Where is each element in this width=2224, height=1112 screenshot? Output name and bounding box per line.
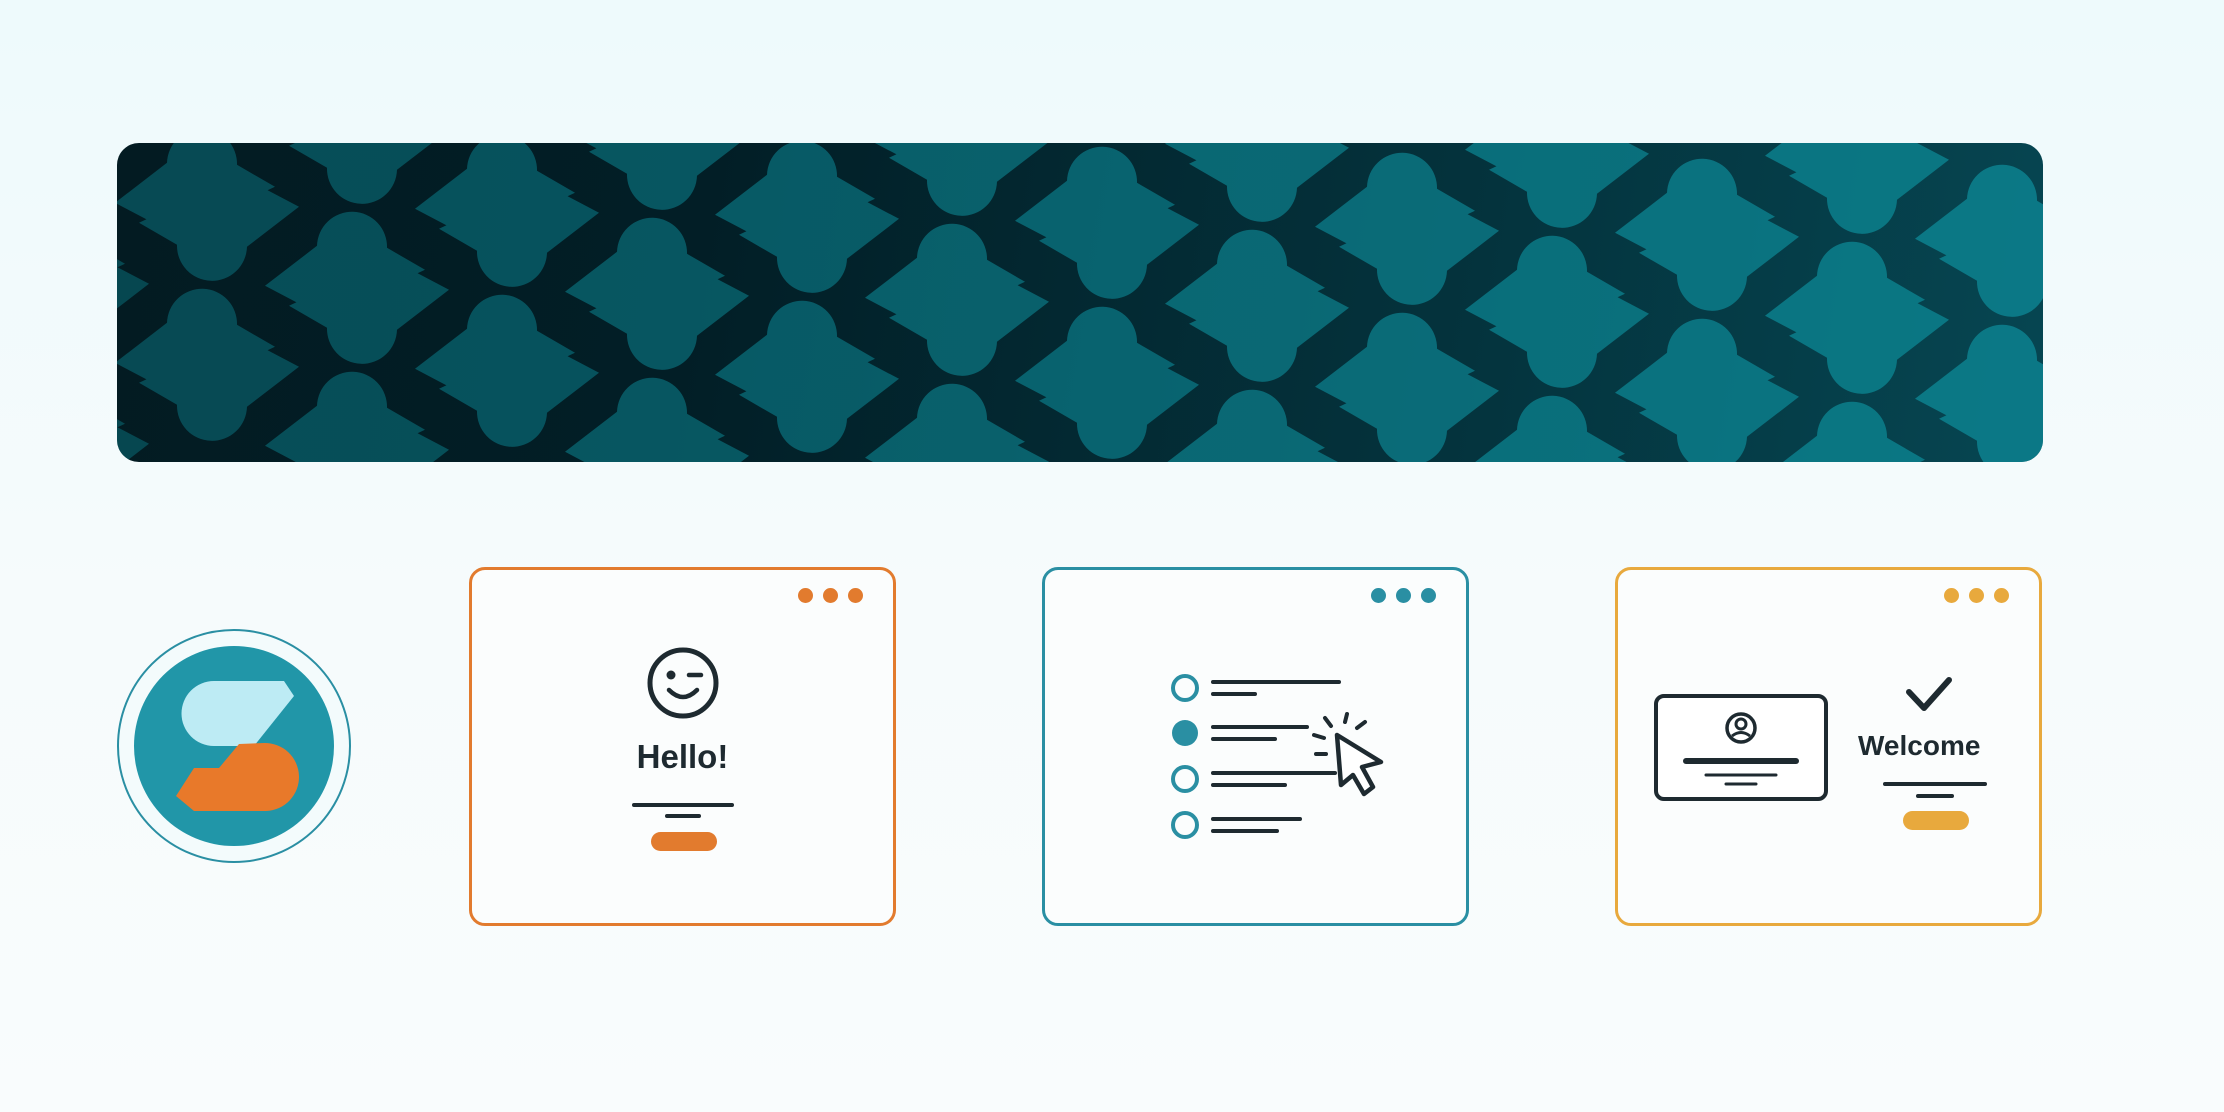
s-motif-shape xyxy=(1315,312,1499,462)
option-list-graphic xyxy=(1171,674,1384,839)
s-motif-shape xyxy=(1015,146,1199,299)
s-motif-shape xyxy=(415,294,599,447)
cursor-click-icon xyxy=(1312,712,1384,797)
checkmark-icon xyxy=(1906,677,1952,711)
s-motif-shape xyxy=(415,143,599,287)
s-motif-shape xyxy=(1315,152,1499,305)
welcome-heading: Welcome xyxy=(1858,730,1981,761)
s-logo-icon xyxy=(134,646,334,846)
s-motif-shape xyxy=(565,377,749,462)
s-pattern-graphic xyxy=(117,143,2043,462)
s-motif-shape xyxy=(1782,401,1925,462)
brand-logo xyxy=(117,629,351,863)
selection-list-card xyxy=(1042,567,1469,926)
s-motif-shape xyxy=(117,419,149,462)
welcome-card: Welcome xyxy=(1615,567,2042,926)
s-motif-shape xyxy=(1915,164,2043,317)
s-motif-shape xyxy=(1765,143,1949,234)
s-motif-shape xyxy=(865,223,1049,376)
hello-card: Hello! xyxy=(469,567,896,926)
s-motif-shape xyxy=(865,383,1049,462)
s-motif-shape xyxy=(1165,143,1349,222)
s-motif-shape xyxy=(715,300,899,453)
s-motif-shape xyxy=(1167,389,1338,462)
s-motif-shape xyxy=(1615,318,1799,462)
s-motif-shape xyxy=(1165,229,1349,382)
s-motif-shape xyxy=(1465,235,1649,388)
s-motif-shape xyxy=(1465,143,1649,228)
s-motif-shape xyxy=(1475,395,1627,462)
s-motif-shape xyxy=(265,211,449,364)
s-motif-shape xyxy=(117,288,299,441)
s-motif-shape xyxy=(1915,324,2043,462)
hero-banner xyxy=(117,143,2043,462)
hello-heading: Hello! xyxy=(636,738,729,775)
s-motif-shape xyxy=(1765,241,1949,394)
s-motif-shape xyxy=(265,371,449,462)
s-motif-shape xyxy=(289,143,432,204)
s-motif-shape xyxy=(1615,158,1799,311)
s-motif-shape xyxy=(586,143,740,210)
s-motif-shape xyxy=(117,143,299,281)
s-motif-shape xyxy=(1015,306,1199,459)
s-motif-shape xyxy=(565,217,749,370)
s-motif-shape xyxy=(715,143,899,293)
s-motif-shape xyxy=(117,259,149,309)
s-motif-shape xyxy=(874,143,1048,216)
